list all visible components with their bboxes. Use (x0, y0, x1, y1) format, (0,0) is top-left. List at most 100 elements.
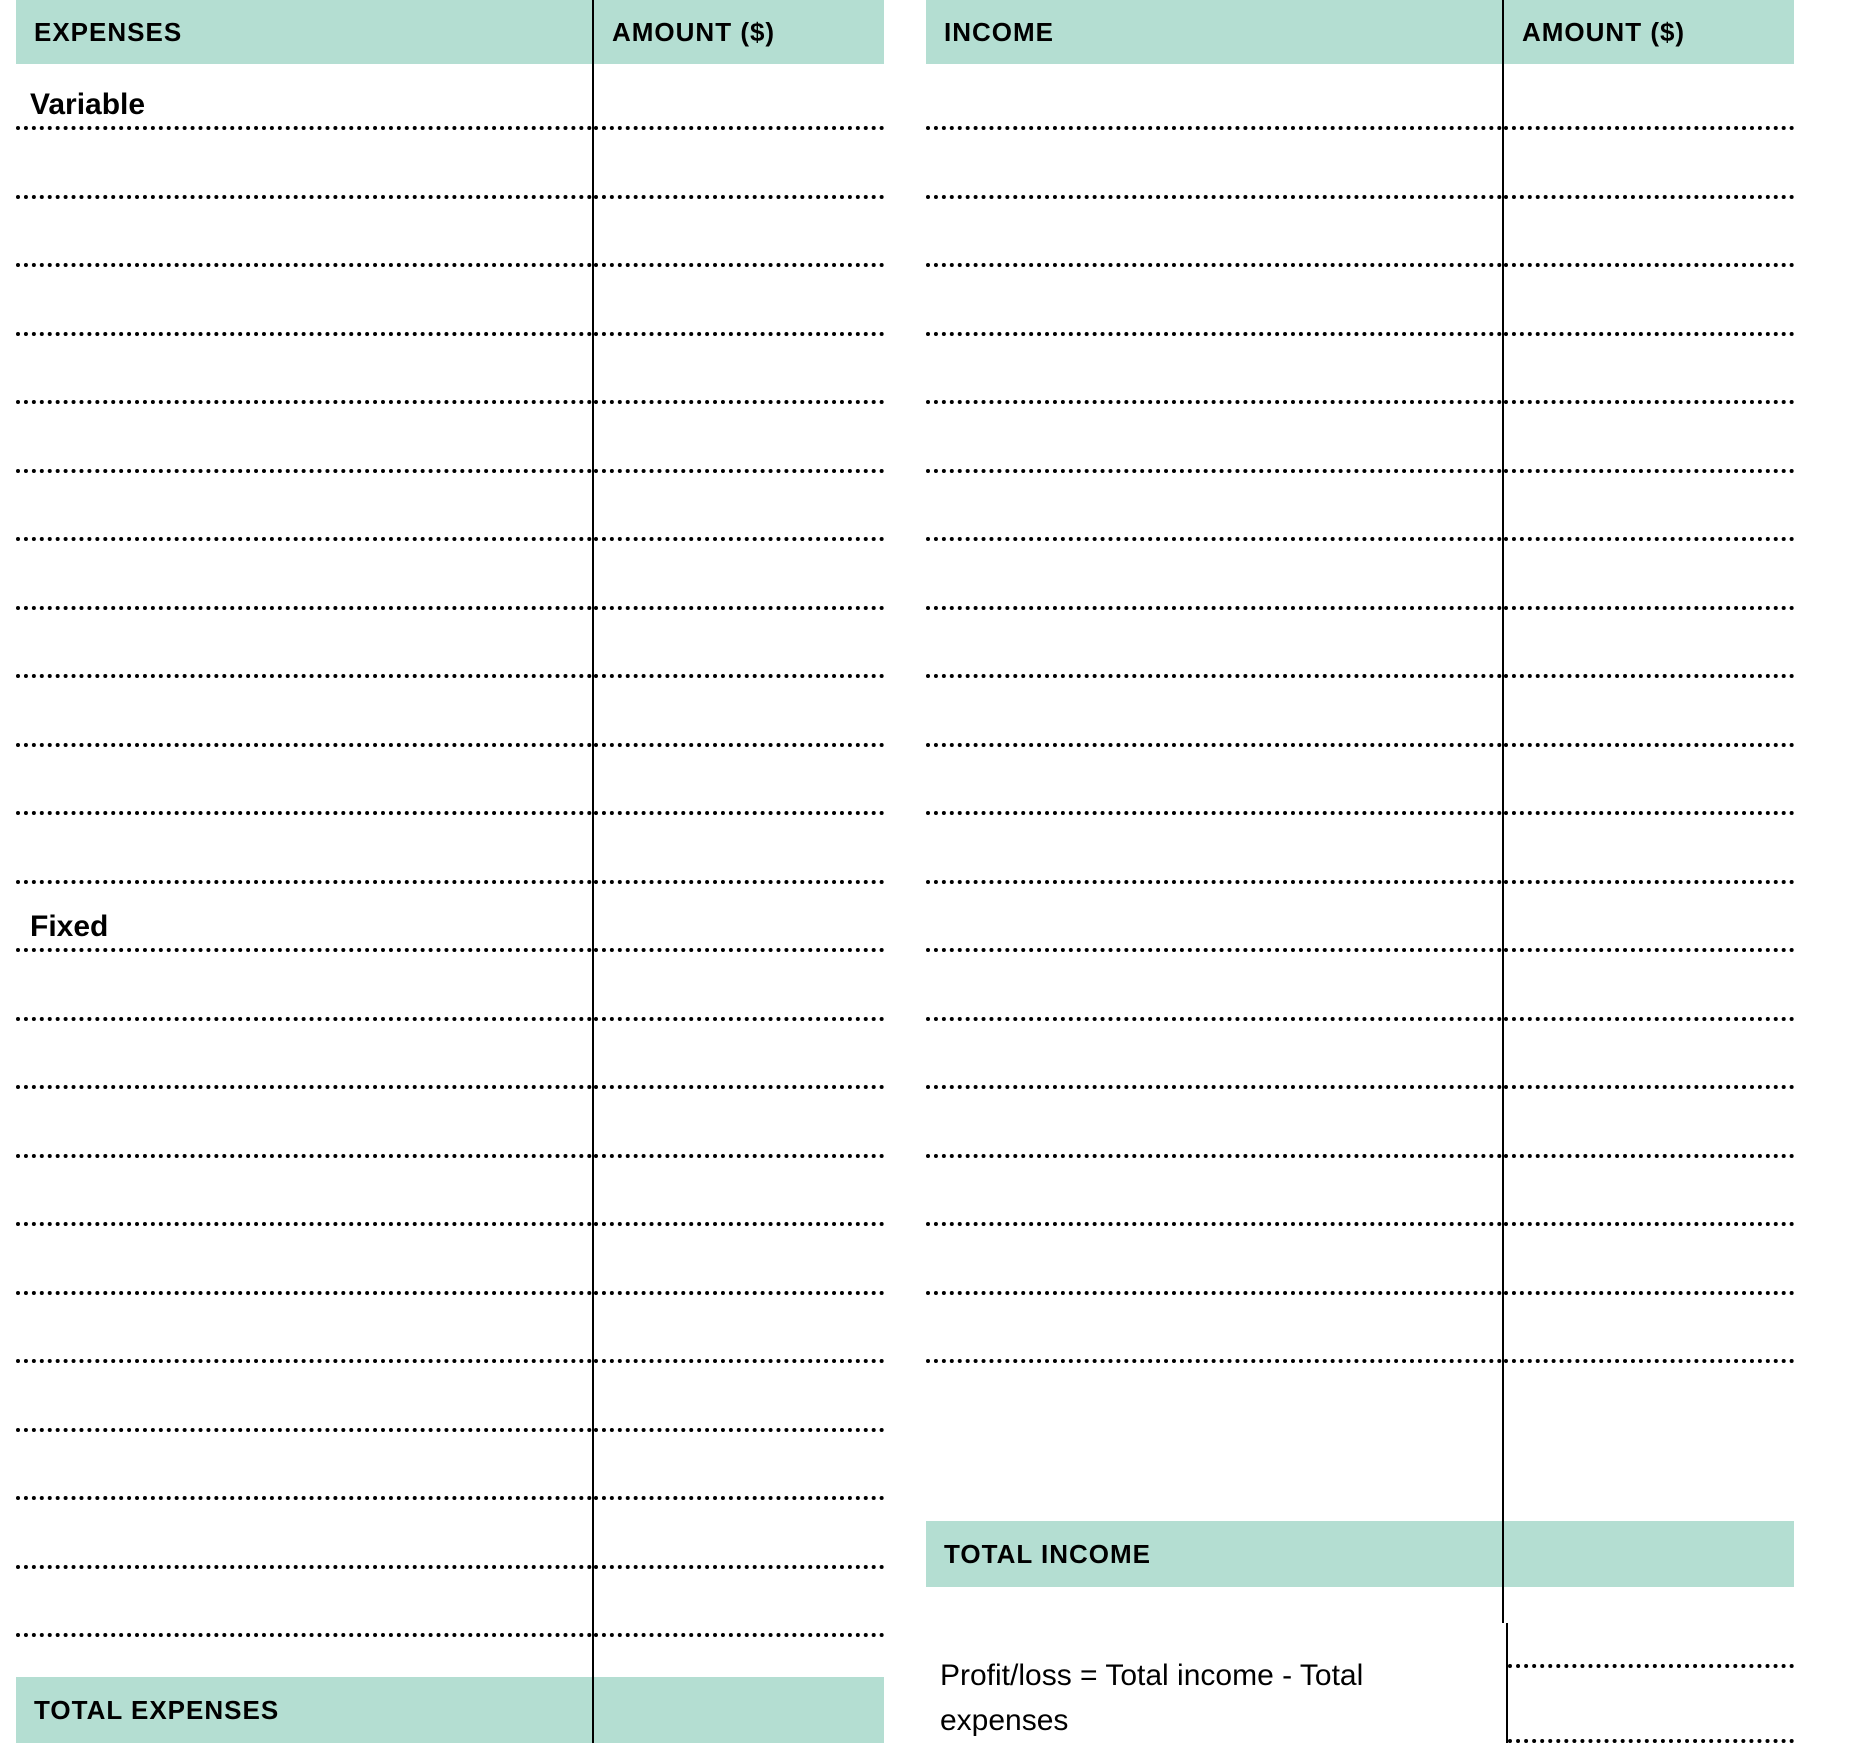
income-row[interactable] (926, 1021, 1502, 1090)
expense-amount-row[interactable] (594, 1500, 884, 1569)
income-row[interactable] (926, 1226, 1502, 1295)
profit-loss-block: Profit/loss = Total income - Total expen… (926, 1623, 1794, 1743)
income-amount-row[interactable] (1504, 64, 1794, 130)
expenses-column: EXPENSES AMOUNT ($) Variable Fixed (16, 0, 884, 1743)
expense-row[interactable] (16, 1432, 592, 1501)
income-row[interactable] (926, 473, 1502, 542)
expense-amount-row[interactable] (594, 1089, 884, 1158)
income-amount-row[interactable] (1504, 404, 1794, 473)
expense-amount-row[interactable] (594, 1295, 884, 1364)
income-row[interactable] (926, 267, 1502, 336)
income-amount-row[interactable] (1504, 610, 1794, 679)
profit-loss-formula: Profit/loss = Total income - Total expen… (926, 1623, 1508, 1743)
total-expenses-row: TOTAL EXPENSES (16, 1677, 884, 1743)
total-income-row: TOTAL INCOME (926, 1521, 1794, 1587)
expense-row[interactable] (16, 130, 592, 199)
expenses-names-col: Variable Fixed (16, 64, 594, 1677)
expense-row[interactable] (16, 1226, 592, 1295)
income-amount-row[interactable] (1504, 130, 1794, 199)
profit-loss-amount-lower[interactable] (1508, 1668, 1794, 1743)
expense-row[interactable] (16, 1021, 592, 1090)
expense-amount-row[interactable] (594, 952, 884, 1021)
income-row[interactable] (926, 747, 1502, 816)
income-amount-row[interactable] (1504, 678, 1794, 747)
expense-row[interactable] (16, 1295, 592, 1364)
expense-amount-row[interactable] (594, 815, 884, 884)
income-amount-row[interactable] (1504, 473, 1794, 542)
expense-amount-row[interactable] (594, 541, 884, 610)
income-amount-row[interactable] (1504, 1295, 1794, 1364)
income-row[interactable] (926, 884, 1502, 953)
expense-row[interactable]: Variable (16, 64, 592, 130)
expense-amount-row[interactable] (594, 473, 884, 542)
expense-amount-row[interactable] (594, 1569, 884, 1638)
expense-amount-row[interactable] (594, 747, 884, 816)
income-amount-row[interactable] (1504, 747, 1794, 816)
fixed-section-label: Fixed (30, 910, 108, 944)
income-amount-row[interactable] (1504, 952, 1794, 1021)
income-row[interactable] (926, 199, 1502, 268)
income-row[interactable] (926, 815, 1502, 884)
income-row[interactable] (926, 1089, 1502, 1158)
expense-row[interactable] (16, 1569, 592, 1638)
variable-section-label: Variable (30, 88, 145, 122)
income-row[interactable] (926, 404, 1502, 473)
expense-amount-row[interactable] (594, 199, 884, 268)
income-amount-row[interactable] (1504, 541, 1794, 610)
expense-amount-row[interactable] (594, 1021, 884, 1090)
income-amount-row[interactable] (1504, 199, 1794, 268)
expense-row[interactable]: Fixed (16, 884, 592, 953)
expenses-amounts-col (594, 64, 884, 1677)
income-row[interactable] (926, 610, 1502, 679)
expense-row[interactable] (16, 678, 592, 747)
total-income-amount[interactable] (1504, 1521, 1794, 1587)
expense-row[interactable] (16, 404, 592, 473)
expense-row[interactable] (16, 747, 592, 816)
income-row[interactable] (926, 336, 1502, 405)
expense-row[interactable] (16, 267, 592, 336)
expense-row[interactable] (16, 473, 592, 542)
income-row[interactable] (926, 1158, 1502, 1227)
income-amount-row[interactable] (1504, 1021, 1794, 1090)
income-row[interactable] (926, 952, 1502, 1021)
expense-amount-row[interactable] (594, 404, 884, 473)
expense-amount-row[interactable] (594, 64, 884, 130)
expense-row[interactable] (16, 1089, 592, 1158)
expense-amount-row[interactable] (594, 884, 884, 953)
income-amount-row[interactable] (1504, 267, 1794, 336)
income-row[interactable] (926, 130, 1502, 199)
income-row[interactable] (926, 678, 1502, 747)
income-row[interactable] (926, 541, 1502, 610)
expense-row[interactable] (16, 610, 592, 679)
total-expenses-amount[interactable] (594, 1677, 884, 1743)
income-amount-row[interactable] (1504, 1158, 1794, 1227)
expense-row[interactable] (16, 1500, 592, 1569)
expense-row[interactable] (16, 1363, 592, 1432)
budget-worksheet: EXPENSES AMOUNT ($) Variable Fixed (0, 0, 1859, 1743)
expense-amount-row[interactable] (594, 336, 884, 405)
income-row[interactable] (926, 64, 1502, 130)
expense-row[interactable] (16, 815, 592, 884)
expense-amount-row[interactable] (594, 678, 884, 747)
expense-row[interactable] (16, 541, 592, 610)
expense-amount-row[interactable] (594, 1432, 884, 1501)
expense-amount-row[interactable] (594, 267, 884, 336)
income-header-label: INCOME (926, 0, 1504, 64)
income-amount-row[interactable] (1504, 336, 1794, 405)
expense-row[interactable] (16, 199, 592, 268)
income-amount-row[interactable] (1504, 815, 1794, 884)
expense-amount-row[interactable] (594, 1226, 884, 1295)
expense-amount-row[interactable] (594, 130, 884, 199)
expense-row[interactable] (16, 952, 592, 1021)
expense-amount-row[interactable] (594, 1158, 884, 1227)
income-row[interactable] (926, 1295, 1502, 1364)
expense-row[interactable] (16, 336, 592, 405)
income-amount-row[interactable] (1504, 884, 1794, 953)
income-amount-row[interactable] (1504, 1226, 1794, 1295)
income-body (926, 64, 1794, 1521)
expense-row[interactable] (16, 1158, 592, 1227)
expense-amount-row[interactable] (594, 1363, 884, 1432)
profit-loss-amount-upper[interactable] (1508, 1623, 1794, 1668)
expense-amount-row[interactable] (594, 610, 884, 679)
income-amount-row[interactable] (1504, 1089, 1794, 1158)
